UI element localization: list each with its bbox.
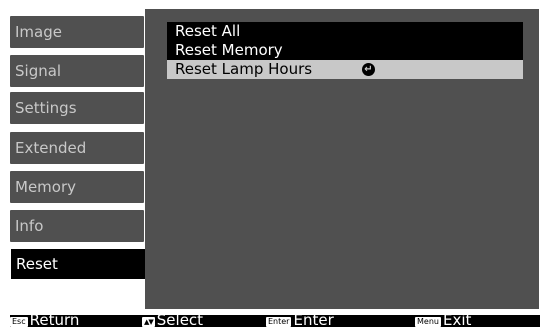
sidebar-item-memory[interactable]: Memory	[10, 171, 144, 203]
footer-select: ▲▼ Select	[142, 315, 203, 327]
menu-item-label: Reset Memory	[175, 41, 283, 59]
sidebar-item-label: Reset	[16, 255, 58, 273]
menu-item-reset-memory[interactable]: Reset Memory	[167, 41, 523, 60]
sidebar-item-extended[interactable]: Extended	[10, 132, 144, 164]
footer-return-label: Return	[29, 315, 80, 327]
esc-key-icon: Esc	[10, 317, 28, 327]
sidebar-item-label: Image	[15, 23, 62, 41]
footer-return: Esc Return	[10, 315, 79, 327]
menu-item-reset-lamp-hours[interactable]: Reset Lamp Hours ↵	[167, 60, 523, 79]
sidebar-item-info[interactable]: Info	[10, 210, 144, 242]
sidebar-item-label: Signal	[15, 62, 62, 80]
sidebar-item-label: Memory	[15, 178, 77, 196]
sidebar-item-signal[interactable]: Signal	[10, 55, 144, 87]
footer-enter: Enter Enter	[266, 315, 334, 327]
sidebar-item-settings[interactable]: Settings	[10, 92, 144, 124]
reset-panel: Reset All Reset Memory Reset Lamp Hours …	[145, 9, 539, 309]
footer-select-label: Select	[156, 315, 204, 327]
sidebar-item-label: Info	[15, 217, 44, 235]
sidebar-item-label: Extended	[15, 139, 87, 157]
menu-item-label: Reset All	[175, 22, 241, 40]
footer-exit: Menu Exit	[415, 315, 471, 327]
enter-return-icon: ↵	[362, 63, 375, 76]
menu-item-reset-all[interactable]: Reset All	[167, 22, 523, 41]
footer-help-bar: Esc Return ▲▼ Select Enter Enter Menu Ex…	[10, 315, 540, 327]
enter-key-icon: Enter	[266, 317, 292, 327]
menu-key-icon: Menu	[415, 317, 441, 327]
menu-item-label: Reset Lamp Hours	[175, 60, 313, 78]
sidebar: Image Signal Settings Extended Memory In…	[0, 0, 155, 310]
sidebar-item-image[interactable]: Image	[10, 16, 144, 48]
footer-exit-label: Exit	[442, 315, 472, 327]
sidebar-item-reset[interactable]: Reset	[10, 248, 155, 280]
arrows-key-icon: ▲▼	[142, 317, 155, 327]
footer-enter-label: Enter	[293, 315, 334, 327]
sidebar-item-label: Settings	[15, 99, 77, 117]
